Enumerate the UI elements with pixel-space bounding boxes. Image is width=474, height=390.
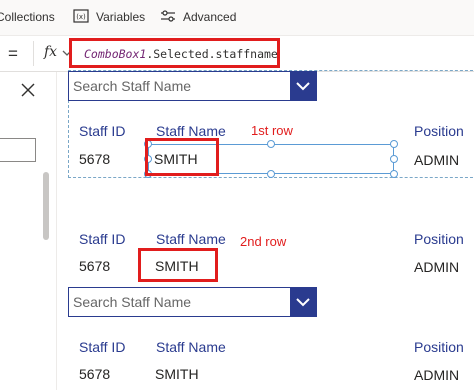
panel-scrollbar[interactable] (43, 172, 49, 240)
formula-text: ComboBox1.Selected.staffname (84, 47, 278, 61)
resize-handle[interactable] (390, 170, 398, 178)
position-header-1: Position (414, 123, 464, 139)
resize-handle[interactable] (390, 140, 398, 148)
variables-icon: (x) (73, 9, 89, 23)
combobox-1[interactable]: Search Staff Name (68, 71, 317, 101)
staff-id-header-1: Staff ID (79, 123, 126, 139)
left-panel (0, 72, 57, 390)
resize-handle[interactable] (390, 155, 398, 163)
combobox-2-dropdown-button[interactable] (290, 288, 316, 316)
chevron-down-icon (296, 82, 310, 91)
resize-handle[interactable] (267, 140, 275, 148)
position-header-3: Position (414, 339, 464, 355)
collections-tab[interactable]: Collections (0, 10, 55, 24)
staff-name-value-1: SMITH (154, 151, 198, 167)
combobox-2[interactable]: Search Staff Name (68, 287, 317, 317)
combobox-2-placeholder: Search Staff Name (73, 294, 192, 310)
resize-handle[interactable] (267, 170, 275, 178)
formula-property: .Selected.staffname (146, 47, 278, 61)
row-note-1: 1st row (251, 123, 293, 138)
position-value-2: ADMIN (414, 259, 460, 275)
position-value-1: ADMIN (414, 152, 460, 168)
combobox-1-dropdown-button[interactable] (290, 72, 316, 100)
advanced-tab[interactable]: Advanced (183, 10, 236, 24)
panel-search-input[interactable] (0, 138, 36, 162)
combobox-1-placeholder: Search Staff Name (73, 78, 192, 94)
staff-name-header-2: Staff Name (156, 231, 226, 247)
formula-bar: = fx ComboBox1.Selected.staffname (0, 36, 474, 72)
fx-label: fx (44, 44, 58, 60)
variables-tab[interactable]: Variables (96, 10, 145, 24)
top-toolbar: Collections (x) Variables Advanced (0, 0, 474, 36)
staff-name-value-2: SMITH (155, 258, 199, 274)
close-icon[interactable] (20, 82, 36, 98)
formula-object: ComboBox1 (84, 47, 147, 61)
staff-name-header-1: Staff Name (156, 123, 226, 139)
staff-id-header-3: Staff ID (79, 339, 126, 355)
staff-id-value-3: 5678 (79, 366, 111, 382)
staff-name-header-3: Staff Name (156, 339, 226, 355)
position-header-2: Position (414, 231, 464, 247)
sliders-icon (161, 10, 175, 22)
property-selector[interactable]: = (8, 44, 18, 64)
formula-input[interactable]: ComboBox1.Selected.staffname (69, 38, 280, 68)
staff-id-value-1: 5678 (79, 151, 111, 167)
staff-id-value-2: 5678 (79, 258, 111, 274)
svg-text:(x): (x) (76, 13, 86, 21)
fx-button[interactable]: fx (33, 41, 73, 66)
position-value-3: ADMIN (414, 367, 460, 383)
staff-id-header-2: Staff ID (79, 231, 126, 247)
staff-name-value-3: SMITH (155, 366, 199, 382)
chevron-down-icon (296, 298, 310, 307)
row-note-2: 2nd row (240, 234, 287, 249)
